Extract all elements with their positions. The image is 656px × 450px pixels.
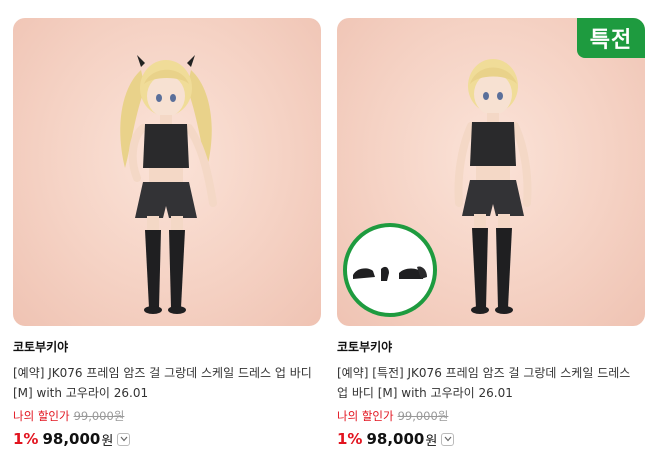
bonus-badge: 특전 [577,18,645,58]
product-image[interactable]: 특전 [337,18,645,326]
currency-unit: 원 [425,433,438,449]
discount-label: 나의 할인가 [337,409,394,423]
discount-info: 나의 할인가 99,000원 [13,407,321,425]
brand-name: 코토부키야 [13,340,69,354]
price-row: 1% 98,000 원 [13,428,321,450]
price-detail-chevron-down-icon[interactable] [441,432,455,446]
accessory-shoes-inset [343,223,437,317]
product-grid: 코토부키야 [예약] JK076 프레임 암즈 걸 그랑데 스케일 드레스 업 … [0,0,656,449]
discount-rate: 1% [13,430,39,448]
product-card[interactable]: 코토부키야 [예약] JK076 프레임 암즈 걸 그랑데 스케일 드레스 업 … [13,18,321,450]
sale-price: 98,000 [42,430,101,448]
product-title[interactable]: [예약] [특전] JK076 프레임 암즈 걸 그랑데 스케일 드레스 업 바… [337,363,645,403]
discount-rate: 1% [337,430,363,448]
original-price: 99,000원 [73,409,125,423]
sale-price: 98,000 [366,430,425,448]
price-detail-chevron-down-icon[interactable] [117,432,131,446]
brand-name: 코토부키야 [337,340,393,354]
shoes-icon [353,266,427,281]
product-title[interactable]: [예약] JK076 프레임 암즈 걸 그랑데 스케일 드레스 업 바디 [M]… [13,363,321,403]
figure-twintail-icon [120,55,217,314]
price-row: 1% 98,000 원 [337,428,645,450]
discount-info: 나의 할인가 99,000원 [337,407,645,425]
discount-label: 나의 할인가 [13,409,70,423]
currency-unit: 원 [101,433,114,449]
product-image[interactable] [13,18,321,326]
product-card[interactable]: 특전 코토부키야 [예약] [특전] JK076 프레임 암즈 걸 그랑데 스케… [337,18,645,450]
original-price: 99,000원 [397,409,449,423]
